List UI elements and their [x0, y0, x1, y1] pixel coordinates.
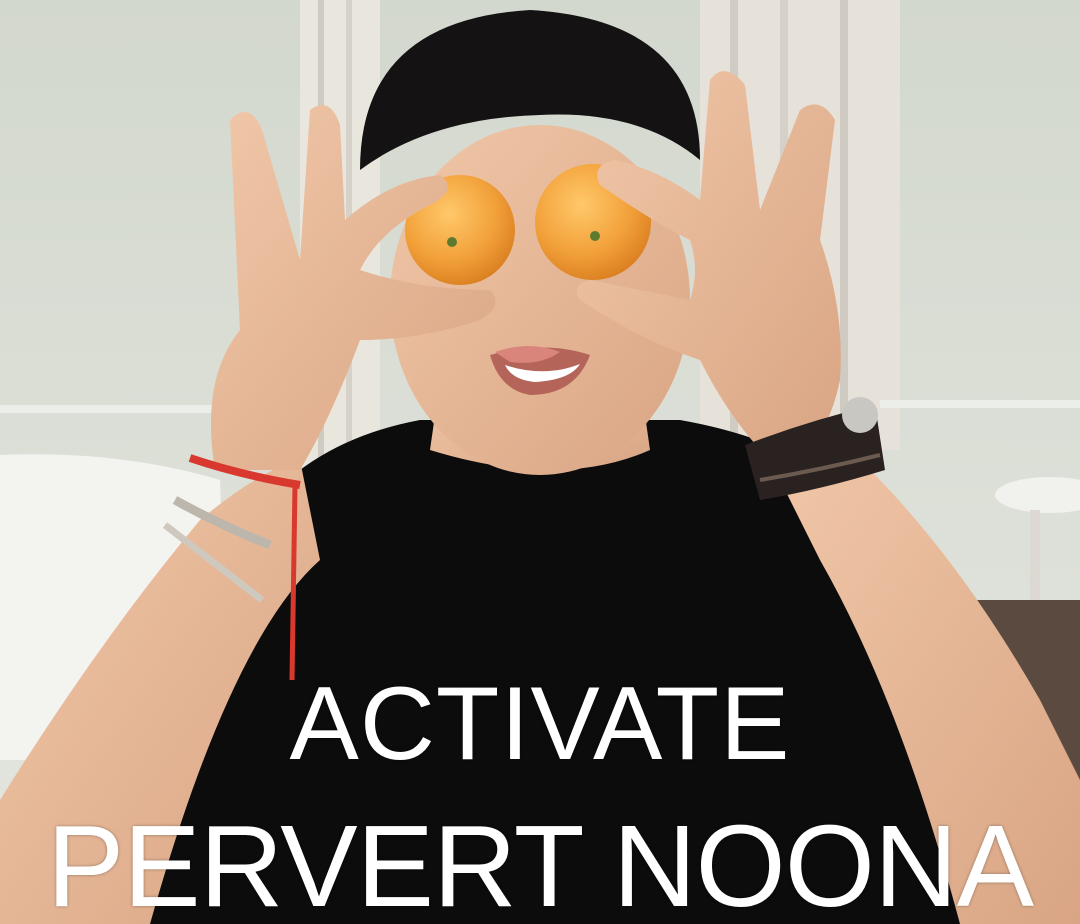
meme-image: ACTIVATE PERVERT NOONA	[0, 0, 1080, 924]
caption-top-line: ACTIVATE	[289, 666, 791, 782]
caption-bottom-line: PERVERT NOONA	[46, 801, 1034, 924]
photo	[0, 0, 1080, 924]
